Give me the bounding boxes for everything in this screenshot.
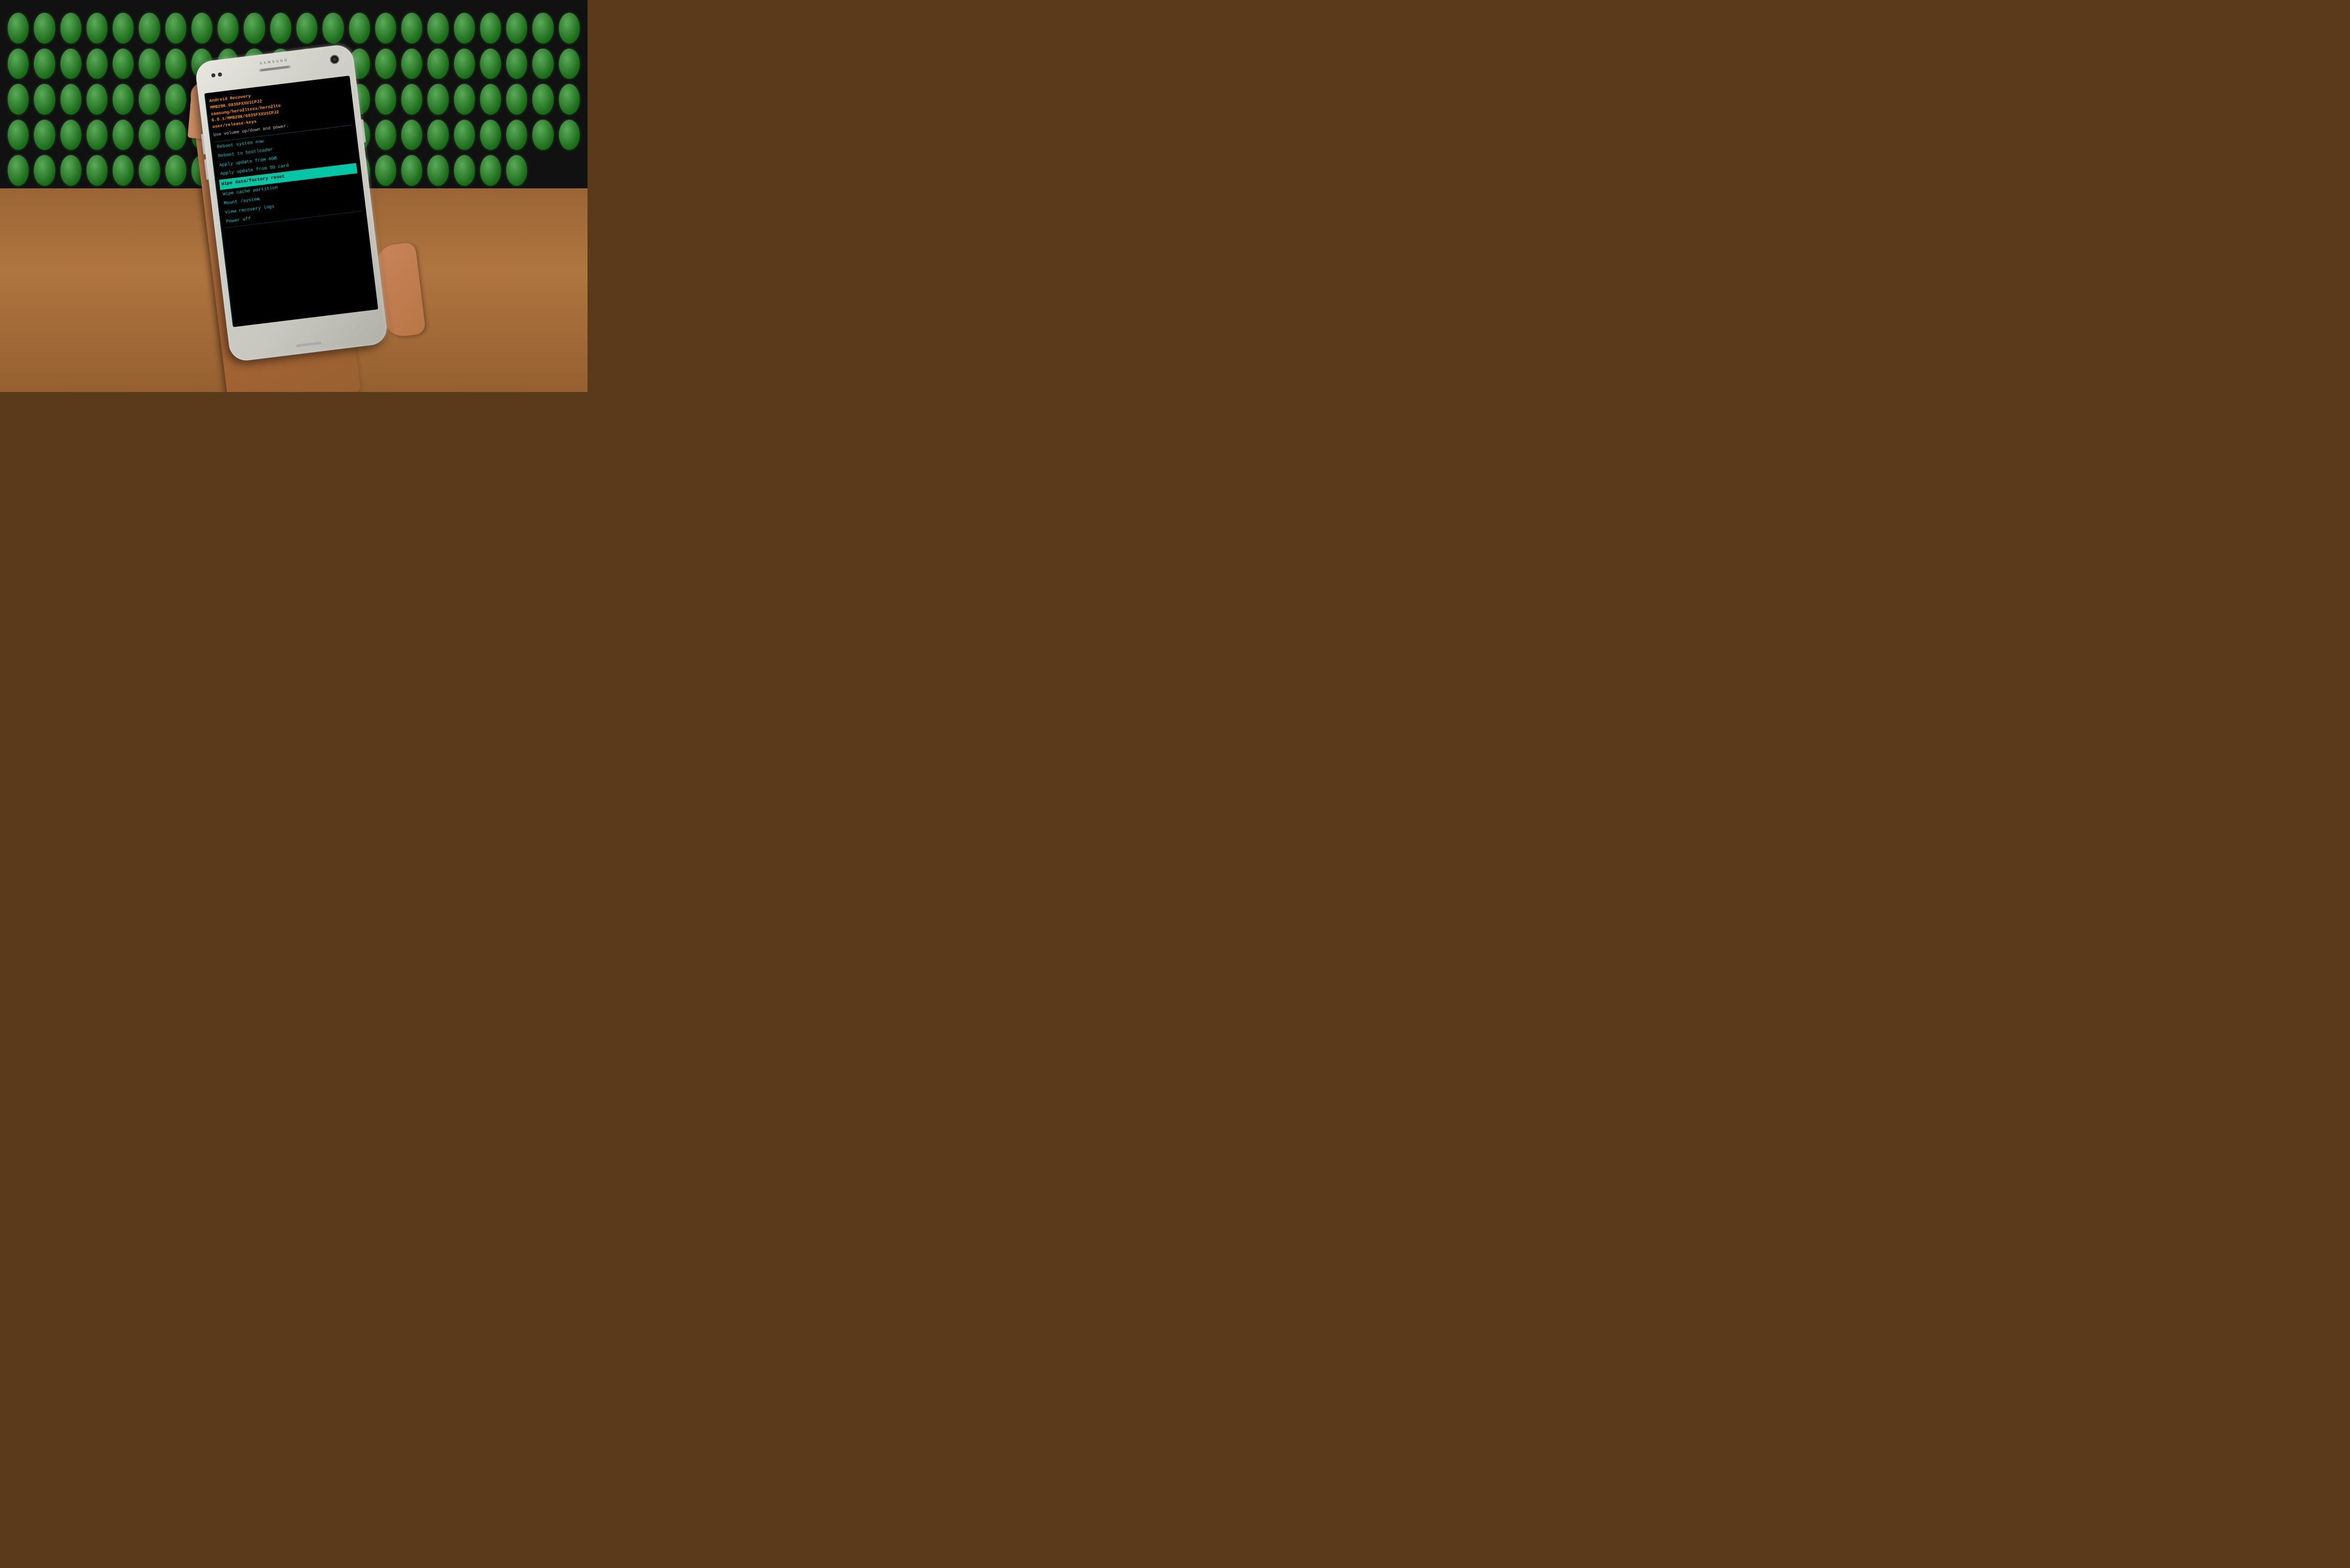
key <box>8 49 29 79</box>
key <box>86 49 107 79</box>
key <box>34 155 55 186</box>
key <box>480 120 501 150</box>
screen-content: Android Recovery MMB29K.G935FXXU1CPJ2 sa… <box>204 76 367 234</box>
samsung-logo: SAMSUNG <box>259 58 289 66</box>
key <box>139 155 160 186</box>
key <box>86 155 107 186</box>
phone-camera <box>330 54 340 64</box>
key <box>8 155 29 186</box>
key <box>480 84 501 115</box>
key <box>165 13 186 43</box>
key <box>559 84 580 115</box>
key <box>559 13 580 43</box>
key <box>60 155 81 186</box>
key <box>480 49 501 79</box>
key <box>113 84 134 115</box>
sensor-dot-2 <box>217 72 222 77</box>
key <box>532 13 553 43</box>
key <box>86 84 107 115</box>
key <box>480 155 501 186</box>
key <box>139 120 160 150</box>
key <box>401 13 422 43</box>
key <box>8 13 29 43</box>
key <box>60 120 81 150</box>
key <box>532 49 553 79</box>
key <box>506 49 527 79</box>
key <box>454 13 475 43</box>
key <box>454 155 475 186</box>
key <box>506 13 527 43</box>
key <box>34 13 55 43</box>
key <box>427 155 448 186</box>
key <box>113 120 134 150</box>
key <box>454 84 475 115</box>
key <box>139 84 160 115</box>
key <box>8 120 29 150</box>
key <box>454 49 475 79</box>
key <box>427 13 448 43</box>
key <box>60 13 81 43</box>
key <box>113 155 134 186</box>
key <box>34 84 55 115</box>
key <box>532 120 553 150</box>
key <box>8 84 29 115</box>
key <box>113 13 134 43</box>
key <box>454 120 475 150</box>
phone-screen[interactable]: Android Recovery MMB29K.G935FXXU1CPJ2 sa… <box>204 76 378 327</box>
sensor-dot-1 <box>211 73 215 78</box>
hand-phone-assembly: SAMSUNG Android Recovery MMB29K.G935FXXU… <box>155 27 443 392</box>
phone-home-button[interactable] <box>296 341 321 347</box>
phone-power-button[interactable] <box>361 119 366 142</box>
menu-list: Reboot system now Reboot to bootloader A… <box>214 126 362 227</box>
key <box>60 84 81 115</box>
key <box>559 120 580 150</box>
phone-speaker <box>258 66 292 72</box>
key <box>86 13 107 43</box>
key <box>34 49 55 79</box>
key <box>139 13 160 43</box>
key <box>506 120 527 150</box>
key <box>506 84 527 115</box>
key <box>506 155 527 186</box>
key <box>532 84 553 115</box>
scene: SAMSUNG Android Recovery MMB29K.G935FXXU… <box>0 0 588 392</box>
key <box>191 13 212 43</box>
key <box>427 49 448 79</box>
phone-sensors <box>211 72 222 77</box>
key <box>217 13 238 43</box>
key <box>480 13 501 43</box>
key <box>86 120 107 150</box>
key <box>113 49 134 79</box>
key <box>427 84 448 115</box>
key <box>244 13 265 43</box>
key <box>270 13 291 43</box>
key <box>427 120 448 150</box>
key <box>60 49 81 79</box>
key <box>34 120 55 150</box>
key <box>559 49 580 79</box>
